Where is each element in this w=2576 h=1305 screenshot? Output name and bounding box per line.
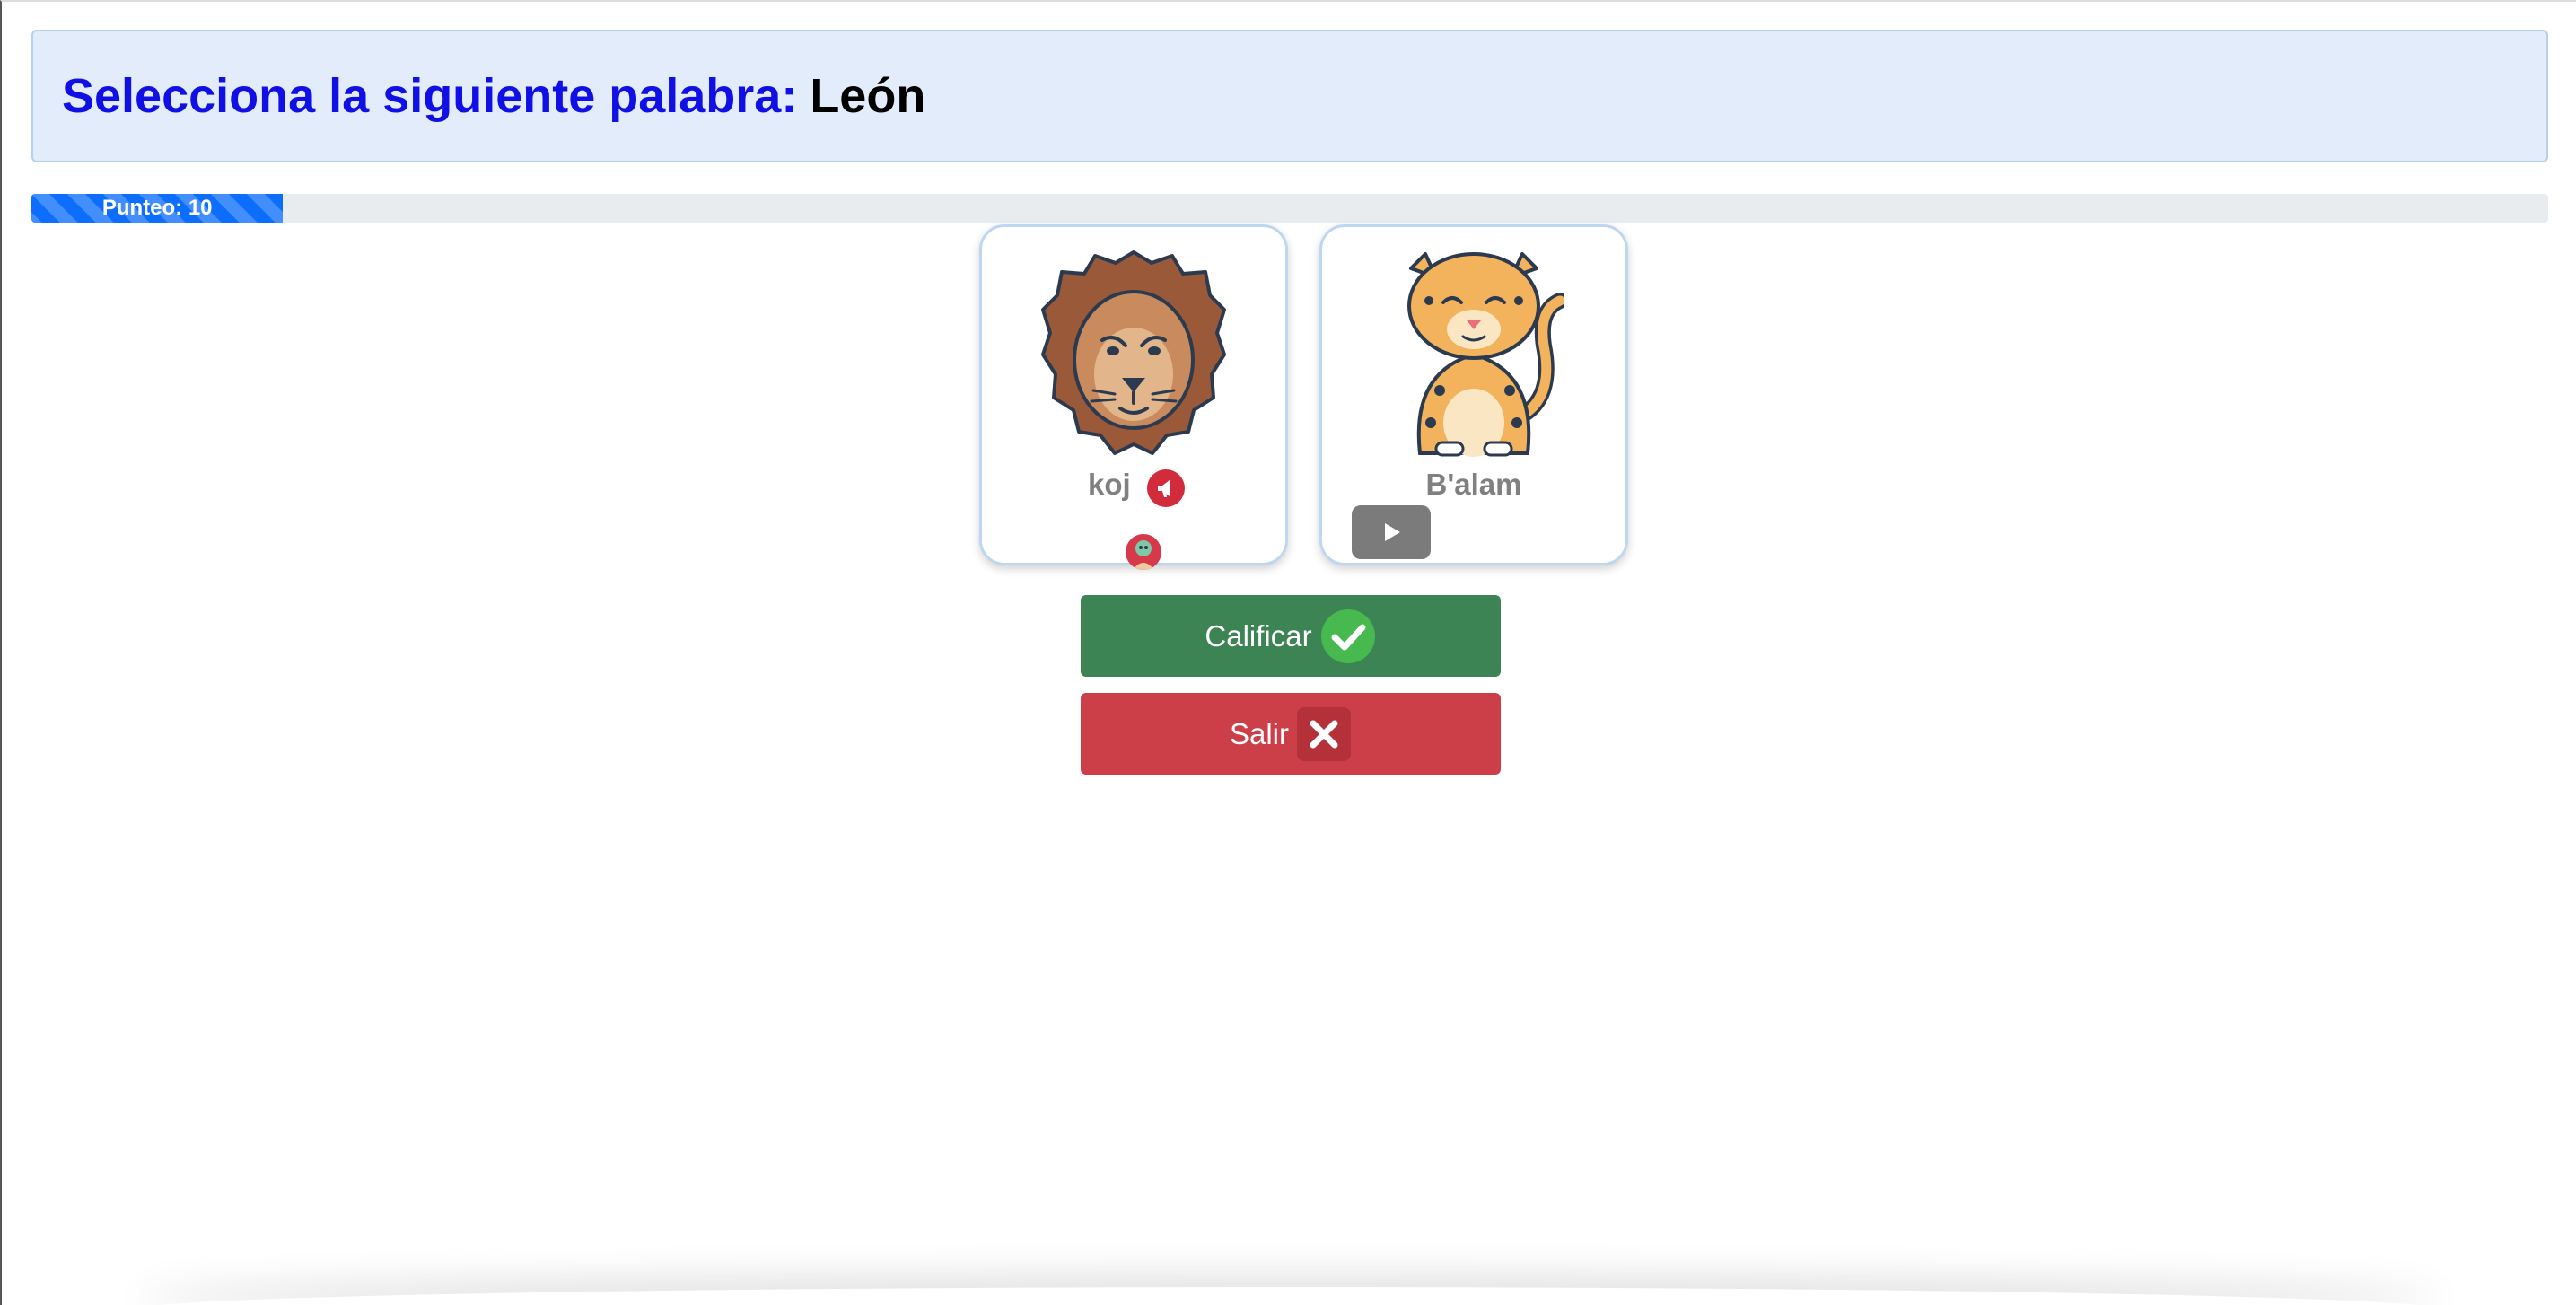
card-word-label: koj [1088,468,1131,501]
exit-button-label: Salir [1229,716,1290,750]
prompt-target-word: León [810,69,926,123]
check-icon [1319,608,1377,665]
page-bottom-shadow [136,1287,2441,1305]
score-progress-bar: Punteo: 10 [31,194,2548,223]
jaguar-icon [1407,252,1564,457]
score-progress-fill: Punteo: 10 [31,194,284,223]
prompt-instruction: Selecciona la siguiente palabra: [62,69,798,123]
avatar-icon [1126,534,1161,570]
grade-button[interactable]: Calificar [1081,595,1501,677]
exit-button[interactable]: Salir [1081,693,1501,775]
game-page: Selecciona la siguiente palabra: León Pun… [0,0,2576,1305]
close-icon [1296,706,1352,762]
word-card-balam[interactable]: B'alam [1319,224,1628,565]
lion-icon [1041,250,1226,455]
speaker-icon[interactable] [1147,469,1185,507]
word-card-koj[interactable]: koj [979,224,1288,570]
card-word-label: B'alam [1425,468,1522,501]
play-icon[interactable] [1352,505,1431,559]
prompt-heading: Selecciona la siguiente palabra: León [62,68,925,124]
grade-button-label: Calificar [1205,618,1312,652]
prompt-panel: Selecciona la siguiente palabra: León [31,30,2548,162]
score-label: Punteo: 10 [101,196,213,220]
